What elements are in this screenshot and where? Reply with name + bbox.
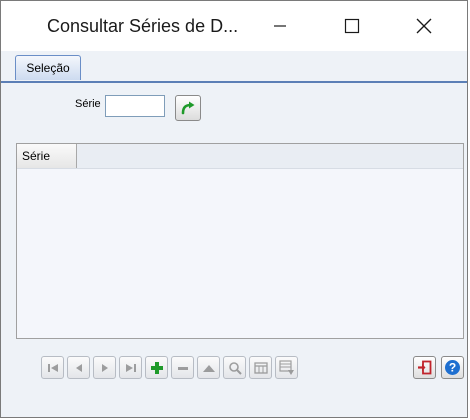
maximize-button[interactable]: [329, 9, 375, 43]
delete-record-button[interactable]: [171, 356, 194, 379]
title-bar[interactable]: Consultar Séries de D...: [1, 1, 467, 51]
column-header-serie[interactable]: Série: [17, 144, 77, 168]
next-record-button[interactable]: [93, 356, 116, 379]
next-record-icon: [101, 363, 108, 372]
window-title: Consultar Séries de D...: [47, 16, 239, 36]
export-icon: [278, 359, 294, 375]
search-button[interactable]: [223, 356, 246, 379]
first-record-button[interactable]: [41, 356, 64, 379]
prev-record-icon: [75, 363, 82, 372]
help-button[interactable]: ?: [441, 356, 464, 379]
dialog-window: Consultar Séries de D... Seleção Série S…: [0, 0, 468, 418]
record-navigator: [41, 356, 298, 380]
tab-selecao[interactable]: Seleção: [15, 55, 81, 80]
last-record-icon: [125, 363, 136, 372]
grid-view-button[interactable]: [249, 356, 272, 379]
last-record-button[interactable]: [119, 356, 142, 379]
first-record-icon: [47, 363, 58, 372]
help-icon: ?: [445, 360, 460, 375]
exit-button[interactable]: [413, 356, 436, 379]
up-icon: [202, 364, 215, 372]
results-grid[interactable]: Série: [16, 143, 464, 339]
close-icon: [416, 18, 432, 34]
tab-strip: Seleção: [1, 51, 467, 83]
maximize-icon: [344, 18, 360, 34]
grid-view-icon: [253, 361, 268, 374]
delete-record-icon: [177, 366, 188, 370]
add-record-button[interactable]: [145, 356, 168, 379]
search-icon: [228, 361, 242, 375]
exit-door-icon: [418, 360, 432, 375]
prev-record-button[interactable]: [67, 356, 90, 379]
execute-search-button[interactable]: [175, 95, 201, 121]
export-button[interactable]: [275, 356, 298, 379]
minimize-button[interactable]: [257, 9, 303, 43]
minimize-icon: [274, 25, 286, 27]
svg-text:?: ?: [449, 361, 456, 375]
add-record-icon: [150, 361, 163, 374]
redo-arrow-icon: [181, 101, 195, 115]
selection-panel: Série Série ?: [3, 83, 465, 417]
dialog-actions: ?: [413, 356, 464, 379]
up-button[interactable]: [197, 356, 220, 379]
serie-input[interactable]: [105, 95, 165, 117]
grid-header: Série: [17, 144, 463, 169]
close-button[interactable]: [401, 9, 447, 43]
serie-label: Série: [75, 98, 101, 110]
